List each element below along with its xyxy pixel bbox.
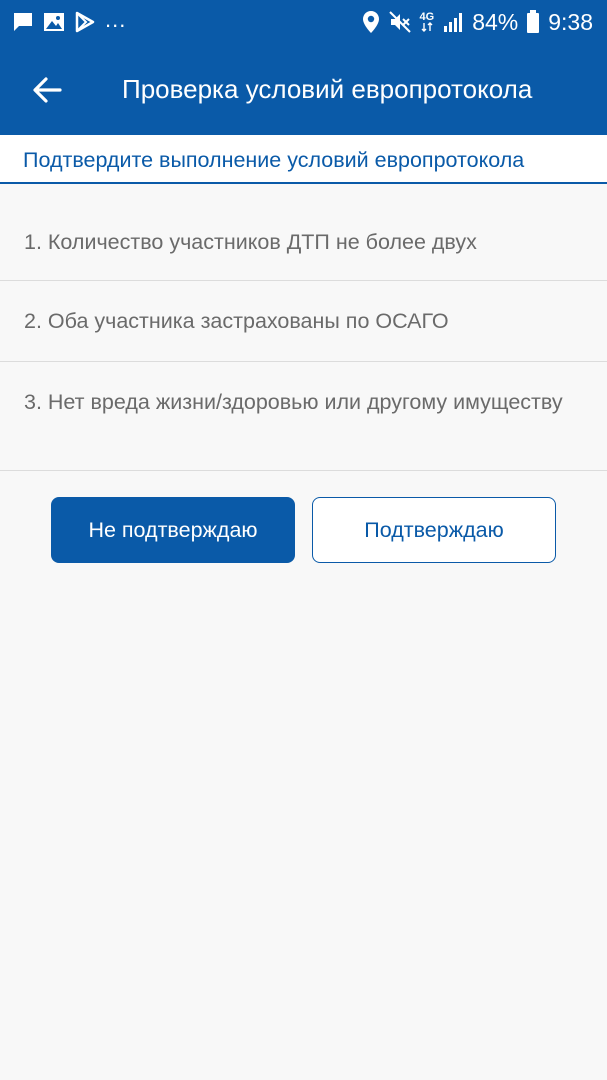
system-icons: 4G 84% 9:38 (362, 6, 593, 38)
location-icon (362, 10, 380, 34)
network-4g-icon: 4G (419, 11, 435, 32)
network-label: 4G (419, 11, 435, 23)
confirm-button[interactable]: Подтверждаю (312, 497, 556, 563)
decline-button[interactable]: Не подтверждаю (51, 497, 295, 563)
battery-percent: 84% (472, 8, 519, 35)
status-bar: ... 4G 84% 9:38 (0, 0, 607, 44)
confirm-button-label: Подтверждаю (364, 517, 504, 542)
condition-item: 2. Оба участника застрахованы по ОСАГО (0, 281, 607, 362)
battery-icon (526, 10, 540, 34)
condition-item: 1. Количество участников ДТП не более дв… (0, 184, 607, 281)
conditions-list: 1. Количество участников ДТП не более дв… (0, 184, 607, 471)
condition-text: 1. Количество участников ДТП не более дв… (24, 230, 477, 254)
back-button[interactable] (22, 69, 72, 111)
clock: 9:38 (548, 8, 593, 35)
mute-icon (388, 10, 412, 34)
condition-item: 3. Нет вреда жизни/здоровью или другому … (0, 362, 607, 471)
notification-icons: ... (12, 8, 126, 36)
condition-text: 2. Оба участника застрахованы по ОСАГО (24, 309, 449, 333)
app-bar: Проверка условий европротокола (0, 44, 607, 135)
conditions-header-text: Подтвердите выполнение условий европрото… (23, 148, 525, 172)
conditions-header: Подтвердите выполнение условий европрото… (0, 135, 607, 184)
condition-text: 3. Нет вреда жизни/здоровью или другому … (24, 390, 563, 414)
signal-icon (442, 11, 464, 33)
decline-button-label: Не подтверждаю (88, 517, 258, 542)
play-store-icon (74, 11, 96, 33)
message-icon (12, 11, 34, 33)
image-icon (43, 11, 65, 33)
arrow-left-icon (32, 77, 62, 103)
page-title: Проверка условий европротокола (122, 74, 533, 104)
more-notifications-indicator: ... (105, 7, 127, 32)
